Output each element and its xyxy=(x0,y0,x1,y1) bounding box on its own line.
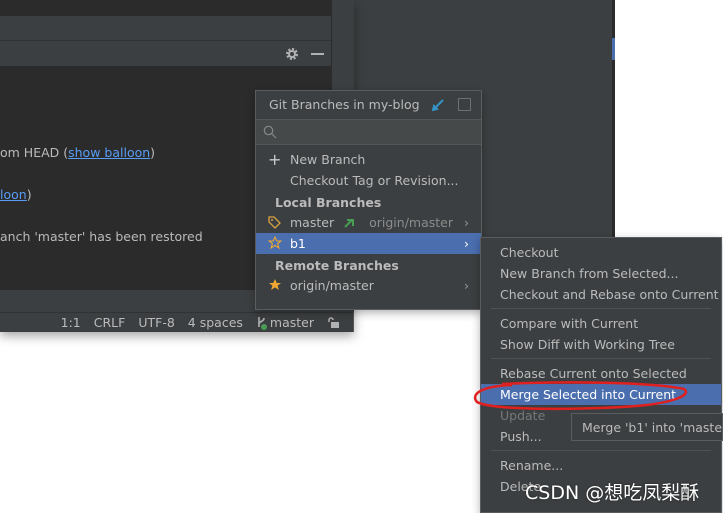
branch-search-input[interactable] xyxy=(256,120,481,145)
menu-item-checkout-and-rebase[interactable]: Checkout and Rebase onto Current xyxy=(481,284,721,305)
menu-separator xyxy=(491,308,711,309)
tracking-branch: origin/master xyxy=(369,215,453,230)
tab-bar xyxy=(0,16,333,41)
remote-branches-header: Remote Branches xyxy=(275,258,399,273)
log-text: ) xyxy=(150,145,156,160)
star-filled-icon xyxy=(269,279,281,290)
menu-item-new-branch-from-selected[interactable]: New Branch from Selected... xyxy=(481,263,721,284)
popup-title: Git Branches in my-blog xyxy=(269,97,420,112)
event-log-line: anch 'master' has been restored xyxy=(0,229,203,244)
scrollbar-marker xyxy=(612,38,615,60)
merge-tooltip: Merge 'b1' into 'master' xyxy=(571,413,723,441)
show-balloon-link[interactable]: loon xyxy=(0,187,27,202)
branch-icon xyxy=(258,316,267,330)
branch-name: origin/master xyxy=(290,278,374,293)
action-label: New Branch xyxy=(290,152,366,167)
chevron-right-icon: › xyxy=(464,278,469,293)
watermark: CSDN @想吃凤梨酥 xyxy=(525,482,700,504)
minimize-icon[interactable] xyxy=(311,53,324,55)
chevron-right-icon: › xyxy=(464,215,469,230)
edit-icon[interactable] xyxy=(432,99,444,111)
menu-item-compare-with-current[interactable]: Compare with Current xyxy=(481,313,721,334)
show-balloon-link[interactable]: show balloon xyxy=(68,145,150,160)
menu-item-checkout[interactable]: Checkout xyxy=(481,242,721,263)
search-icon xyxy=(263,125,277,139)
branch-actions-submenu: Checkout New Branch from Selected... Che… xyxy=(480,237,722,513)
git-branch-widget[interactable]: master xyxy=(256,315,314,330)
menu-separator xyxy=(491,358,711,359)
top-band xyxy=(0,0,333,16)
new-branch-action[interactable]: + New Branch xyxy=(256,149,481,170)
file-encoding[interactable]: UTF-8 xyxy=(138,315,174,330)
caret-position[interactable]: 1:1 xyxy=(61,315,81,330)
unlock-icon[interactable] xyxy=(327,316,339,329)
branch-name: b1 xyxy=(290,236,306,251)
checkout-tag-action[interactable]: Checkout Tag or Revision... xyxy=(256,170,481,191)
tool-window-header xyxy=(0,41,331,66)
plus-icon: + xyxy=(268,150,282,169)
status-bar: 1:1 CRLF UTF-8 4 spaces master xyxy=(0,312,353,332)
star-outline-icon xyxy=(268,236,282,250)
outgoing-arrow-icon xyxy=(344,219,355,228)
current-branch: master xyxy=(269,315,314,330)
git-branches-popup: Git Branches in my-blog + New Branch Chec… xyxy=(255,90,482,310)
local-branches-header: Local Branches xyxy=(275,195,382,210)
log-text: anch 'master' has been restored xyxy=(0,229,203,244)
branch-item-origin-master[interactable]: origin/master › xyxy=(256,275,481,296)
restore-size-icon[interactable] xyxy=(458,98,471,111)
event-log-line: loon) xyxy=(0,187,32,202)
log-text: ) xyxy=(26,187,32,202)
log-text: om HEAD ( xyxy=(0,145,69,160)
popup-header: Git Branches in my-blog xyxy=(256,91,481,120)
menu-separator xyxy=(491,450,711,451)
chevron-right-icon: › xyxy=(464,236,469,251)
red-annotation-ellipse xyxy=(474,381,688,411)
indent-setting[interactable]: 4 spaces xyxy=(188,315,243,330)
menu-item-rename[interactable]: Rename... xyxy=(481,455,721,476)
branch-item-b1[interactable]: b1 › xyxy=(256,233,481,254)
gear-icon[interactable] xyxy=(285,47,299,61)
menu-item-show-diff[interactable]: Show Diff with Working Tree xyxy=(481,334,721,355)
action-label: Checkout Tag or Revision... xyxy=(290,173,459,188)
event-log-line: om HEAD (show balloon) xyxy=(0,145,155,160)
line-ending[interactable]: CRLF xyxy=(94,315,126,330)
branch-name: master xyxy=(290,215,335,230)
branch-item-master[interactable]: master origin/master › xyxy=(256,212,481,233)
tag-icon xyxy=(268,216,281,229)
